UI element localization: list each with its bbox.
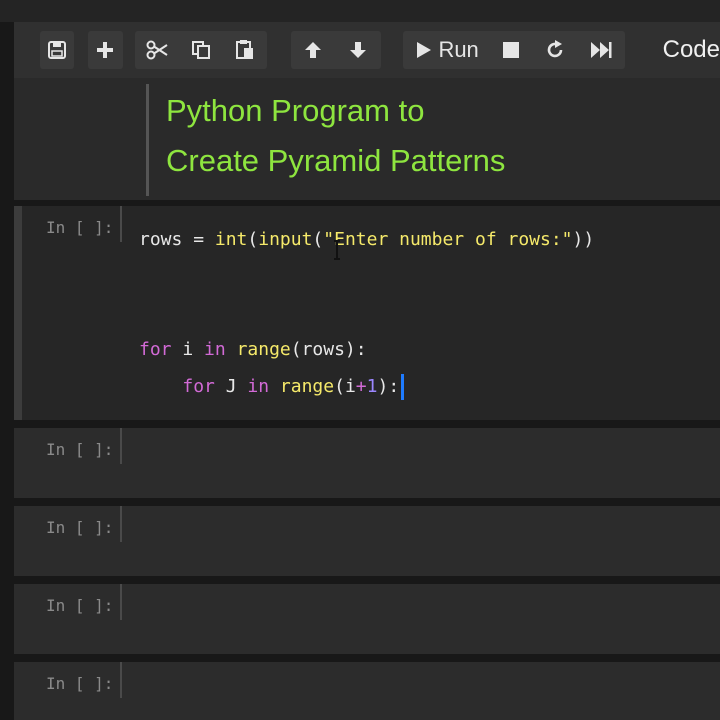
copy-button[interactable]	[179, 31, 223, 69]
heading-line-1: Python Program to	[166, 93, 425, 128]
prompt-divider	[120, 206, 122, 242]
run-all-button[interactable]	[577, 31, 625, 69]
code-line-2: for i in range(rows):	[139, 339, 367, 360]
restart-icon	[547, 40, 562, 58]
run-button[interactable]: Run	[403, 31, 489, 69]
add-cell-button[interactable]	[88, 31, 123, 69]
arrow-down-icon	[350, 42, 367, 58]
top-strip	[0, 0, 720, 22]
markdown-cell-divider	[146, 84, 149, 196]
add-icon	[97, 42, 114, 58]
code-cell[interactable]: In [ ]:	[14, 428, 720, 498]
move-down-button[interactable]	[336, 31, 381, 69]
heading-line-2: Create Pyramid Patterns	[166, 143, 506, 178]
cell-prompt: In [ ]:	[46, 674, 114, 693]
notebook-toolbar: Run Code	[14, 22, 720, 78]
cell-prompt: In [ ]:	[46, 596, 114, 615]
cell-prompt: In [ ]:	[46, 440, 114, 459]
copy-icon	[191, 41, 210, 59]
save-button[interactable]	[40, 31, 75, 69]
paste-icon	[235, 40, 253, 59]
stop-icon	[502, 42, 519, 58]
code-cell[interactable]: In [ ]:	[14, 584, 720, 654]
prompt-divider	[120, 584, 122, 620]
markdown-heading: Python Program to Create Pyramid Pattern…	[166, 86, 505, 186]
move-button-group	[290, 31, 381, 69]
cut-icon	[146, 40, 168, 60]
prompt-divider	[120, 506, 122, 542]
cell-prompt: In [ ]:	[46, 218, 114, 237]
move-up-button[interactable]	[291, 31, 336, 69]
cut-button[interactable]	[135, 31, 179, 69]
code-cell[interactable]: In [ ]:	[14, 506, 720, 576]
save-icon	[48, 41, 67, 59]
cell-type-select[interactable]: Code	[663, 36, 720, 64]
arrow-up-icon	[305, 42, 322, 58]
cell-prompt: In [ ]:	[46, 518, 114, 537]
run-button-group: Run	[402, 31, 625, 69]
code-line-3: for J in range(i+1):	[139, 373, 594, 401]
code-line-1: rows = int(input("Enter number of rows:"…	[139, 229, 595, 250]
text-cursor	[401, 374, 405, 400]
edit-button-group	[134, 31, 267, 69]
markdown-cell[interactable]: Python Program to Create Pyramid Pattern…	[14, 78, 720, 200]
code-cell-active[interactable]: In [ ]: rows = int(input("Enter number o…	[14, 206, 720, 420]
run-label: Run	[438, 37, 479, 62]
prompt-divider	[120, 662, 122, 698]
play-icon	[417, 42, 432, 58]
prompt-divider	[120, 428, 122, 464]
mouse-ibeam-cursor-icon	[334, 240, 340, 260]
code-cell[interactable]: In [ ]:	[14, 662, 720, 720]
interrupt-button[interactable]	[489, 31, 533, 69]
restart-button[interactable]	[533, 31, 577, 69]
code-editor[interactable]: rows = int(input("Enter number of rows:"…	[139, 226, 594, 401]
fast-forward-icon	[590, 42, 612, 58]
paste-button[interactable]	[223, 31, 267, 69]
